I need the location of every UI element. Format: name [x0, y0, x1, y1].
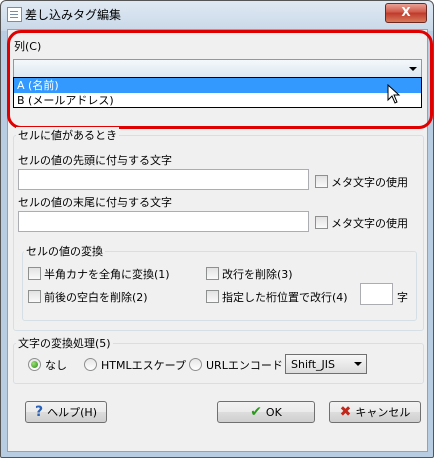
title-bar[interactable]: 差し込みタグ編集 X — [1, 1, 433, 29]
prefix-meta-label: メタ文字の使用 — [331, 176, 408, 189]
wrap-at-label: 指定した桁位置で改行(4) — [222, 291, 348, 304]
escape-html-label: HTMLエスケープ — [101, 359, 186, 372]
help-icon: ? — [35, 404, 44, 420]
cancel-button[interactable]: ✖ キャンセル — [329, 401, 421, 423]
ok-button-label: OK — [265, 405, 282, 419]
remove-newline-checkbox[interactable] — [206, 267, 219, 280]
suffix-meta-label: メタ文字の使用 — [331, 217, 408, 230]
escape-group-label: 文字の変換処理(5) — [16, 335, 113, 351]
escape-none-label: なし — [45, 359, 67, 372]
suffix-meta-checkbox[interactable] — [315, 216, 328, 229]
prefix-input[interactable] — [18, 169, 309, 190]
annotation-highlight-ring — [7, 30, 433, 129]
convert-group — [22, 251, 417, 321]
cancel-button-label: キャンセル — [355, 406, 411, 419]
checkmark-icon: ✔ — [250, 404, 262, 420]
dialog-client: 列(C) A (名前) B (メールアドレス) セルに値があるとき セルの値の先… — [7, 29, 433, 452]
escape-url-label: URLエンコード — [206, 359, 283, 372]
trim-spaces-checkbox[interactable] — [28, 290, 41, 303]
convert-group-label: セルの値の変換 — [24, 243, 105, 259]
help-button-label: ヘルプ(H) — [47, 406, 97, 419]
trim-spaces-label: 前後の空白を削除(2) — [44, 291, 148, 304]
close-icon: ✖ — [339, 404, 352, 420]
window-title: 差し込みタグ編集 — [25, 8, 122, 22]
prefix-label: セルの値の先頭に付与する文字 — [18, 154, 172, 167]
wrap-at-checkbox[interactable] — [206, 290, 219, 303]
window-icon — [7, 7, 22, 22]
escape-url-radio[interactable] — [189, 358, 202, 371]
prefix-meta-checkbox[interactable] — [315, 175, 328, 188]
wrap-unit-label: 字 — [397, 291, 408, 304]
wrap-at-input[interactable] — [360, 283, 393, 305]
encoding-select-value: Shift_JIS — [291, 358, 335, 371]
when-value-group-label: セルに値があるとき — [16, 127, 119, 143]
suffix-input[interactable] — [18, 211, 309, 232]
suffix-label: セルの値の末尾に付与する文字 — [18, 196, 172, 209]
ok-button[interactable]: ✔ OK — [217, 401, 315, 423]
halfwidth-kana-label: 半角カナを全角に変換(1) — [44, 268, 170, 281]
halfwidth-kana-checkbox[interactable] — [28, 267, 41, 280]
escape-html-radio[interactable] — [84, 358, 97, 371]
close-button[interactable]: X — [385, 3, 427, 23]
escape-none-radio[interactable] — [28, 358, 41, 371]
encoding-select[interactable]: Shift_JIS — [285, 354, 367, 374]
help-button[interactable]: ? ヘルプ(H) — [25, 401, 107, 423]
remove-newline-label: 改行を削除(3) — [222, 268, 293, 281]
chevron-down-icon[interactable] — [350, 355, 366, 373]
dialog-window: 差し込みタグ編集 X 列(C) A (名前) B (メールアドレス) セルに値が… — [0, 0, 434, 458]
